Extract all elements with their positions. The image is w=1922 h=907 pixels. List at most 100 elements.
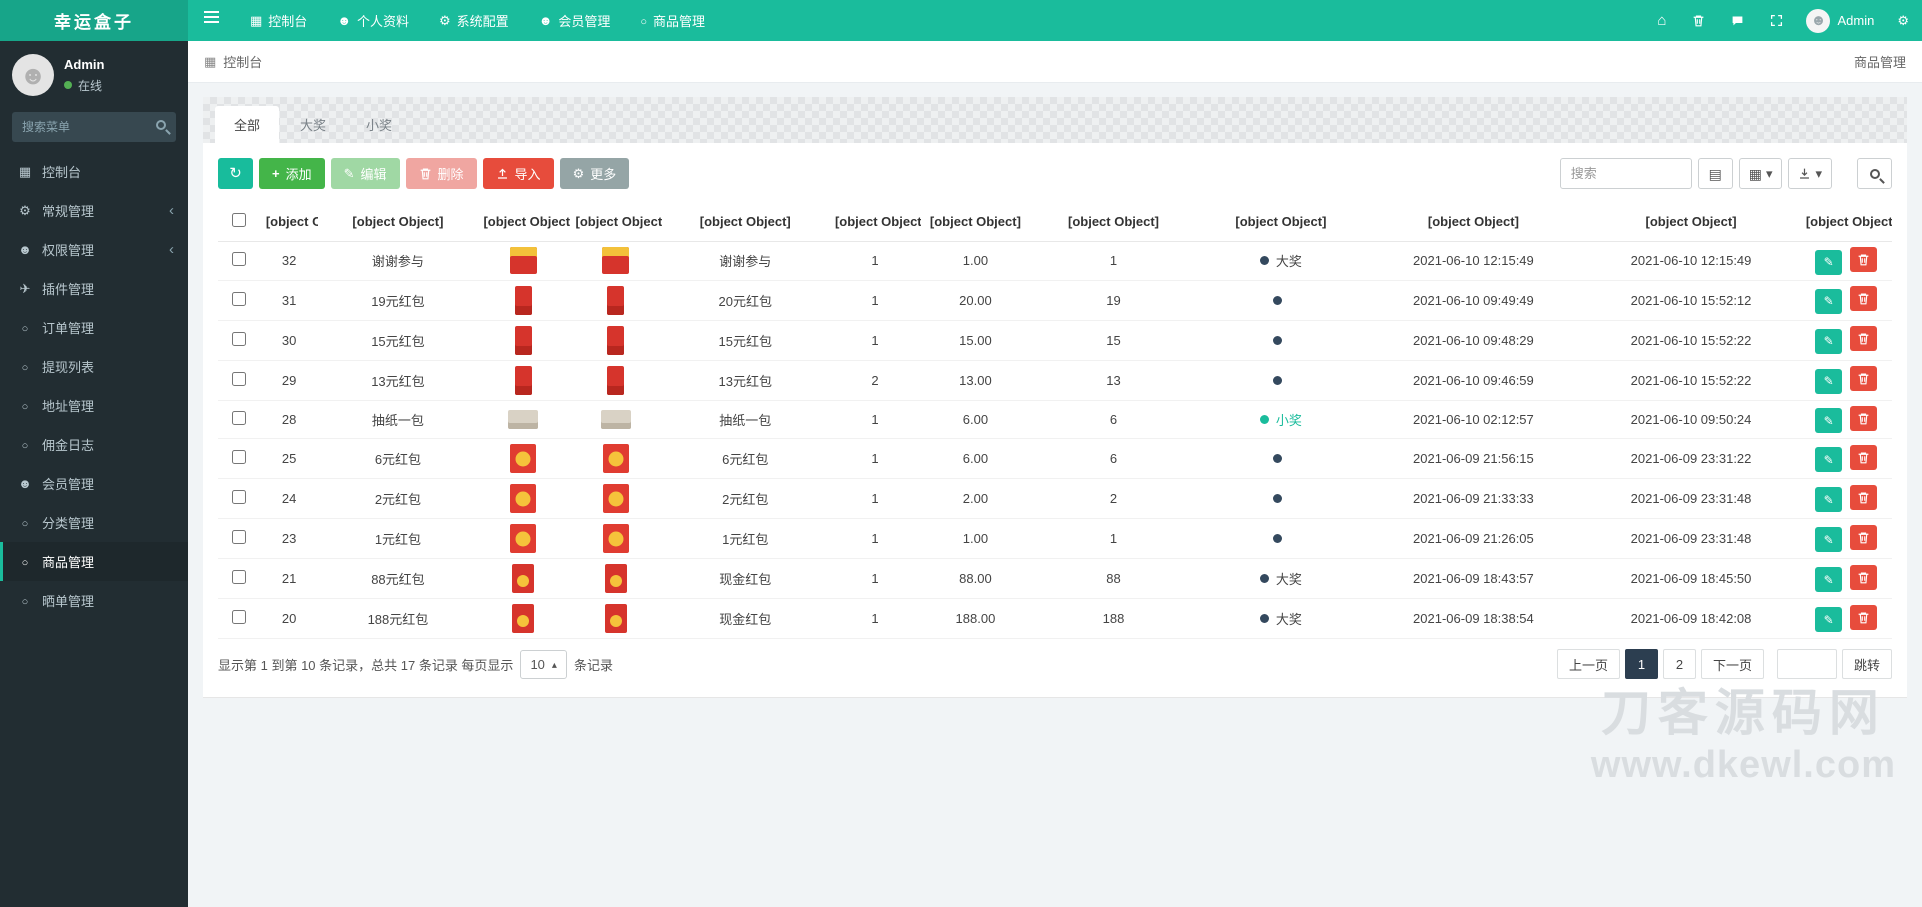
- delete-row-button[interactable]: [1849, 247, 1877, 272]
- carousel-image[interactable]: [600, 409, 631, 429]
- import-button[interactable]: 导入: [482, 158, 554, 189]
- row-checkbox[interactable]: [231, 450, 246, 464]
- column-header[interactable]: [object Object]: [1799, 202, 1892, 242]
- jump-page-input[interactable]: [1776, 649, 1837, 679]
- row-checkbox[interactable]: [231, 371, 246, 386]
- row-checkbox[interactable]: [231, 331, 246, 346]
- table-search-input[interactable]: [1559, 158, 1692, 189]
- carousel-image[interactable]: [607, 325, 625, 355]
- sidebar-menu-item[interactable]: 晒单管理: [0, 581, 188, 620]
- sidebar-menu-item[interactable]: 控制台: [0, 152, 188, 191]
- sidebar-menu-item[interactable]: 订单管理: [0, 308, 188, 347]
- sidebar-menu-item[interactable]: 地址管理: [0, 386, 188, 425]
- top-nav-item[interactable]: 商品管理: [625, 0, 720, 41]
- more-button[interactable]: 更多: [559, 158, 630, 189]
- sidebar-menu-item[interactable]: 会员管理: [0, 464, 188, 503]
- search-toggle-button[interactable]: [1857, 158, 1892, 189]
- table-row[interactable]: 31 19元红包 20元红包 1 20.00 19 2021-06-10 09:…: [218, 280, 1892, 321]
- settings-button[interactable]: [1884, 0, 1922, 41]
- refresh-button[interactable]: [218, 158, 253, 189]
- edit-row-button[interactable]: [1815, 328, 1843, 354]
- page-number-button[interactable]: 2: [1662, 649, 1696, 679]
- sidebar-menu-item[interactable]: 插件管理: [0, 269, 188, 308]
- common-search-button[interactable]: [1697, 158, 1733, 189]
- page-size-select[interactable]: 10: [520, 649, 567, 679]
- table-row[interactable]: 23 1元红包 1元红包 1 1.00 1 2021-06-09 21:26:0…: [218, 518, 1892, 559]
- row-checkbox[interactable]: [231, 530, 246, 544]
- sidebar-toggle-button[interactable]: [188, 0, 235, 41]
- sidebar-menu-item[interactable]: 佣金日志: [0, 425, 188, 464]
- edit-row-button[interactable]: [1815, 368, 1843, 394]
- product-image[interactable]: [514, 325, 532, 355]
- column-header[interactable]: [object Object]: [921, 202, 1030, 242]
- home-button[interactable]: [1644, 0, 1679, 41]
- row-checkbox[interactable]: [231, 252, 246, 267]
- add-button[interactable]: 添加: [259, 158, 325, 189]
- column-header[interactable]: [object Object]: [477, 202, 570, 242]
- product-image[interactable]: [514, 365, 532, 395]
- select-all-checkbox[interactable]: [231, 213, 246, 227]
- carousel-image[interactable]: [602, 444, 629, 473]
- edit-row-button[interactable]: [1815, 607, 1843, 633]
- edit-row-button[interactable]: [1815, 487, 1843, 513]
- table-row[interactable]: 32 谢谢参与 谢谢参与 1 1.00 1 大奖 2021-06-10 12:1…: [218, 241, 1892, 281]
- column-header[interactable]: [object Object]: [1364, 202, 1583, 242]
- table-row[interactable]: 25 6元红包 6元红包 1 6.00 6 2021-06-09 21:56:1…: [218, 438, 1892, 479]
- product-image[interactable]: [512, 564, 535, 593]
- table-row[interactable]: 24 2元红包 2元红包 1 2.00 2 2021-06-09 21:33:3…: [218, 478, 1892, 519]
- edit-row-button[interactable]: [1815, 408, 1843, 433]
- delete-row-button[interactable]: [1849, 286, 1877, 312]
- column-header[interactable]: [object Object]: [569, 202, 662, 242]
- column-header[interactable]: [object Object]: [661, 202, 829, 242]
- table-row[interactable]: 20 188元红包 现金红包 1 188.00 188 大奖 2021-06-0…: [218, 598, 1892, 639]
- product-image[interactable]: [509, 247, 537, 275]
- user-menu[interactable]: Admin: [1796, 0, 1884, 41]
- carousel-image[interactable]: [602, 524, 629, 553]
- delete-row-button[interactable]: [1849, 366, 1877, 392]
- product-image[interactable]: [510, 444, 537, 473]
- column-header[interactable]: [object Object]: [828, 202, 922, 242]
- sidebar-menu-item[interactable]: 分类管理: [0, 503, 188, 542]
- filter-tab[interactable]: 大奖: [281, 106, 345, 143]
- prev-page-button[interactable]: 上一页: [1556, 649, 1620, 679]
- edit-row-button[interactable]: [1815, 447, 1843, 473]
- edit-button[interactable]: 编辑: [330, 158, 400, 189]
- filter-tab[interactable]: 小奖: [347, 106, 411, 143]
- delete-row-button[interactable]: [1849, 524, 1877, 550]
- top-nav-item[interactable]: 系统配置: [424, 0, 524, 41]
- product-image[interactable]: [508, 409, 539, 429]
- row-checkbox[interactable]: [231, 291, 246, 306]
- product-image[interactable]: [510, 484, 537, 513]
- product-image[interactable]: [510, 524, 537, 553]
- columns-toggle-button[interactable]: [1738, 158, 1783, 189]
- row-checkbox[interactable]: [231, 610, 246, 624]
- delete-button[interactable]: 删除: [405, 158, 477, 189]
- delete-row-button[interactable]: [1849, 484, 1877, 510]
- message-button[interactable]: [1718, 0, 1757, 41]
- delete-row-button[interactable]: [1849, 604, 1877, 630]
- row-checkbox[interactable]: [231, 410, 246, 425]
- app-logo[interactable]: 幸运盒子: [0, 0, 188, 41]
- row-checkbox[interactable]: [231, 490, 246, 504]
- delete-row-button[interactable]: [1849, 564, 1877, 590]
- table-row[interactable]: 21 88元红包 现金红包 1 88.00 88 大奖 2021-06-09 1…: [218, 558, 1892, 599]
- clear-cache-button[interactable]: [1679, 0, 1718, 41]
- carousel-image[interactable]: [604, 604, 627, 633]
- delete-row-button[interactable]: [1849, 405, 1877, 431]
- edit-row-button[interactable]: [1815, 288, 1843, 314]
- column-header[interactable]: [object Object]: [1029, 202, 1198, 242]
- sidebar-menu-item[interactable]: 常规管理: [0, 191, 188, 230]
- product-image[interactable]: [512, 604, 535, 633]
- carousel-image[interactable]: [602, 484, 629, 513]
- filter-tab[interactable]: 全部: [215, 106, 280, 143]
- next-page-button[interactable]: 下一页: [1700, 649, 1764, 679]
- sidebar-menu-item[interactable]: 权限管理: [0, 230, 188, 269]
- column-header[interactable]: [object Object]: [1197, 202, 1365, 242]
- carousel-image[interactable]: [607, 365, 625, 395]
- fullscreen-button[interactable]: [1757, 0, 1796, 41]
- carousel-image[interactable]: [604, 564, 627, 593]
- jump-button[interactable]: 跳转: [1841, 649, 1892, 679]
- sidebar-menu-item[interactable]: 提现列表: [0, 347, 188, 386]
- edit-row-button[interactable]: [1815, 567, 1843, 593]
- top-nav-item[interactable]: 控制台: [235, 0, 322, 41]
